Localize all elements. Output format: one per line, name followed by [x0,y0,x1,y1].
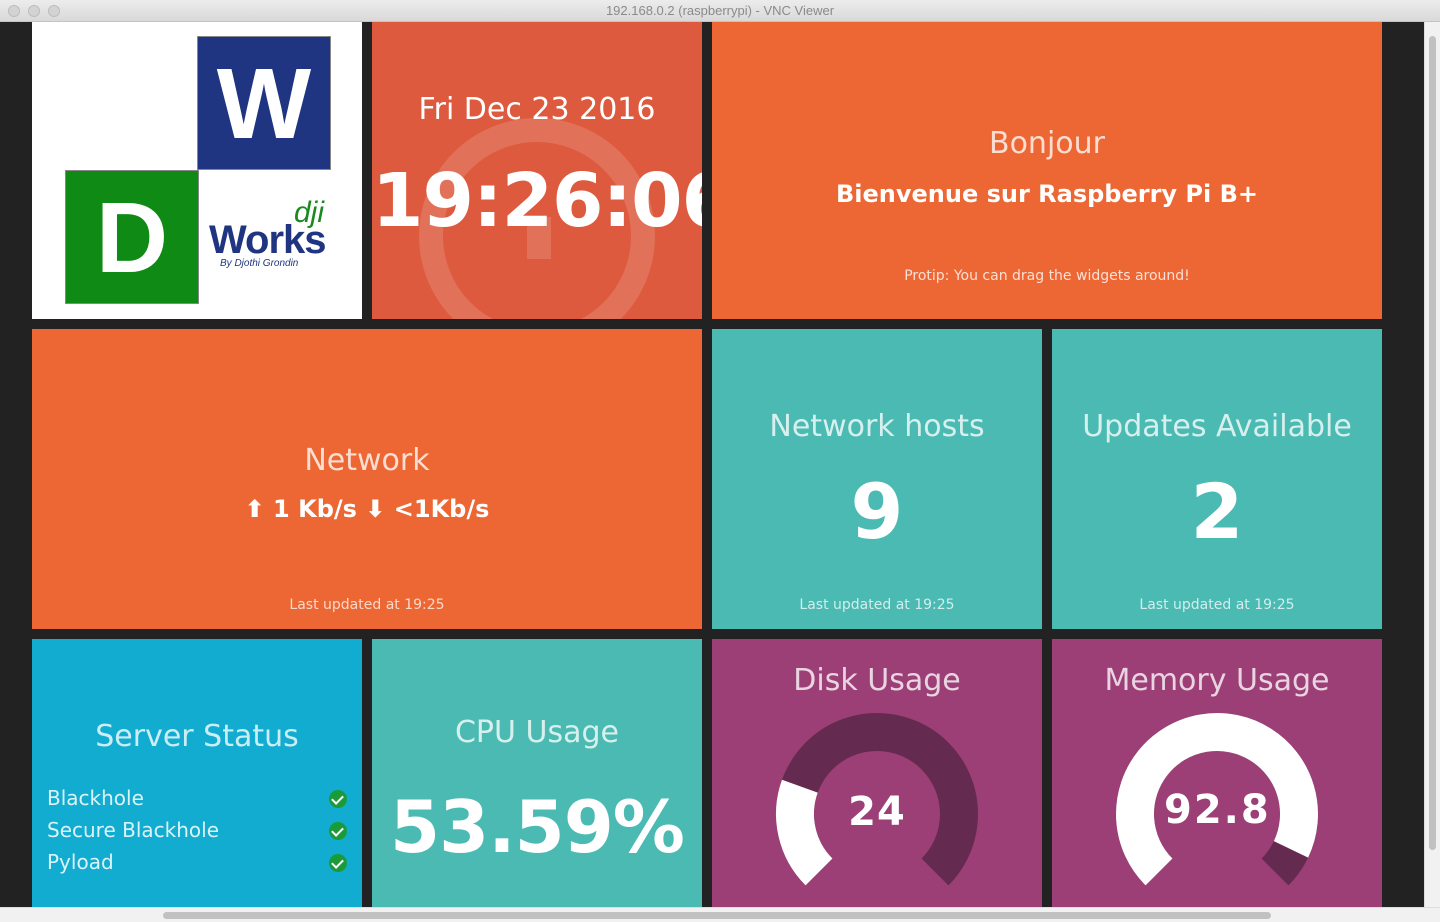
memory-usage-tile[interactable]: Memory Usage 92.81 [1052,639,1382,907]
memory-title: Memory Usage [1104,663,1330,698]
cpu-usage-tile[interactable]: CPU Usage 53.59% [372,639,702,907]
network-tile[interactable]: Network ⬆ 1 Kb/s ⬇ <1Kb/s Last updated a… [32,329,702,629]
welcome-title: Bonjour [989,126,1105,161]
server-item: Blackhole [47,786,347,816]
updates-tile[interactable]: Updates Available 2 Last updated at 19:2… [1052,329,1382,629]
server-item-label: Blackhole [47,786,144,810]
vertical-scroll-thumb[interactable] [1429,36,1436,850]
updates-updated: Last updated at 19:25 [1139,597,1295,613]
updates-count: 2 [1190,467,1244,556]
check-circle-icon [329,790,347,808]
server-item: Secure Blackhole [47,818,347,848]
remote-screen[interactable]: W D dji Works By Djothi Grondin Fri Dec … [0,22,1424,907]
server-item-label: Pyload [47,850,114,874]
check-circle-icon [329,854,347,872]
welcome-tile[interactable]: Bonjour Bienvenue sur Raspberry Pi B+ Pr… [712,22,1382,319]
cpu-title: CPU Usage [454,715,619,750]
window-title: 192.168.0.2 (raspberrypi) - VNC Viewer [605,3,835,18]
updates-title: Updates Available [1082,409,1352,444]
server-item: Pyload [47,850,347,880]
clock-time: 19:26:06 [372,158,702,244]
server-status-title: Server Status [95,719,299,754]
logo-works-text: Works [209,218,327,262]
logo-w-block: W [197,36,331,170]
logo-tile[interactable]: W D dji Works By Djothi Grondin [32,22,362,319]
horizontal-scrollbar[interactable] [0,907,1440,922]
disk-usage-tile[interactable]: Disk Usage 24 [712,639,1042,907]
welcome-tip: Protip: You can drag the widgets around! [904,268,1190,284]
check-circle-icon [329,822,347,840]
hosts-title: Network hosts [769,409,985,444]
cpu-value: 53.59% [390,785,685,869]
hosts-updated: Last updated at 19:25 [799,597,955,613]
logo-byline: By Djothi Grondin [220,258,299,269]
horizontal-scroll-thumb[interactable] [163,912,1271,919]
memory-value: 92.81 [1164,787,1270,833]
disk-title: Disk Usage [793,663,961,698]
window-titlebar[interactable]: 192.168.0.2 (raspberrypi) - VNC Viewer [0,0,1440,22]
network-title: Network [304,443,430,478]
vertical-scrollbar[interactable] [1424,22,1440,907]
server-status-tile[interactable]: Server Status Blackhole Secure Blackhole… [32,639,362,907]
clock-date: Fri Dec 23 2016 [418,92,656,127]
server-item-label: Secure Blackhole [47,818,220,842]
disk-value: 24 [848,789,906,835]
clock-tile[interactable]: Fri Dec 23 2016 19:26:06 [372,22,702,319]
network-hosts-tile[interactable]: Network hosts 9 Last updated at 19:25 [712,329,1042,629]
welcome-subtitle: Bienvenue sur Raspberry Pi B+ [835,180,1258,208]
memory-value-clip: 92.81 [1164,787,1270,847]
network-updated: Last updated at 19:25 [289,597,445,613]
network-rate: ⬆ 1 Kb/s ⬇ <1Kb/s [244,495,490,523]
hosts-count: 9 [850,467,904,556]
logo-d-block: D [65,170,199,304]
